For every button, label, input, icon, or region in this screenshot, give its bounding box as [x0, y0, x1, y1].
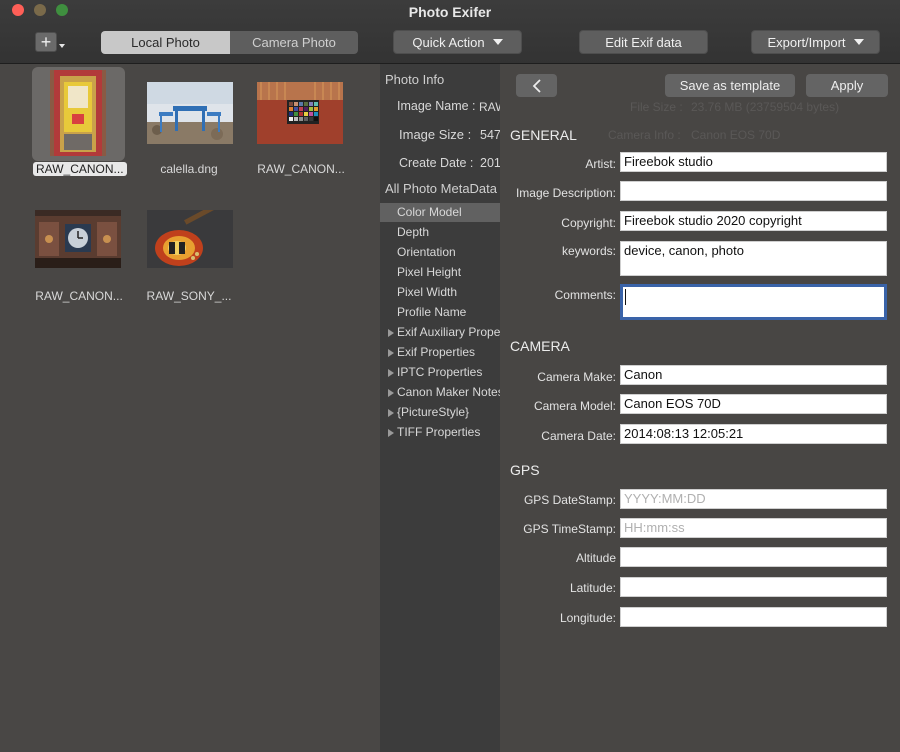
create-date-value: 2019-07-25 05:02:0 — [480, 156, 500, 170]
add-menu-arrow-icon[interactable] — [59, 44, 65, 48]
create-date-label: Create Date : — [399, 156, 474, 170]
camera-date-label: Camera Date: — [541, 429, 616, 443]
general-heading: GENERAL — [510, 127, 577, 143]
camera-heading: CAMERA — [510, 338, 570, 354]
gps-datestamp-field[interactable]: YYYY:MM:DD — [620, 489, 887, 509]
disclosure-triangle-icon[interactable] — [388, 409, 394, 417]
photo-info-heading: Photo Info — [385, 72, 445, 87]
metadata-item-label: Depth — [397, 225, 430, 239]
photo-label: calella.dng — [160, 162, 218, 176]
gps-timestamp-label: GPS TimeStamp: — [523, 522, 616, 536]
photo-thumbnail[interactable] — [50, 70, 106, 156]
quick-action-label: Quick Action — [412, 34, 485, 50]
camera-model-field[interactable]: Canon EOS 70D — [620, 394, 887, 414]
photo-thumbnail[interactable] — [147, 210, 233, 268]
metadata-item-label: Orientation — [397, 245, 456, 259]
gps-datestamp-label: GPS DateStamp: — [523, 493, 616, 507]
add-photo-button[interactable]: + — [35, 32, 57, 52]
chevron-left-icon — [532, 78, 541, 93]
quick-action-dropdown[interactable]: Quick Action — [393, 30, 522, 54]
keywords-field[interactable]: device, canon, photo — [620, 241, 887, 276]
comments-field[interactable] — [620, 284, 887, 320]
image-name-value: RAW_CANON_EOS70D.CR2 — [479, 100, 500, 114]
altitude-label: Altitude — [575, 551, 616, 565]
copyright-label: Copyright: — [561, 216, 616, 230]
longitude-field[interactable] — [620, 607, 887, 627]
photo-label: RAW_CANON... — [35, 289, 123, 303]
export-import-label: Export/Import — [767, 34, 846, 50]
latitude-label: Latitude: — [569, 581, 616, 595]
artist-field[interactable]: Fireebok studio — [620, 152, 887, 172]
back-button[interactable] — [516, 74, 557, 97]
source-segmented-control: Local Photo Camera Photo — [101, 31, 358, 54]
image-name-label: Image Name : — [397, 99, 476, 113]
photo-info-panel: Photo Info Image Name : RAW_CANON_EOS70D… — [380, 64, 500, 752]
photo-grid: RAW_CANON... calella.dng RAW_CANON... RA… — [0, 64, 380, 752]
camera-make-field[interactable]: Canon — [620, 365, 887, 385]
altitude-field[interactable] — [620, 547, 887, 567]
image-description-label: Image Description: — [515, 186, 616, 200]
image-size-value: 5472 — [480, 128, 500, 142]
artist-label: Artist: — [585, 157, 616, 171]
metadata-item-label: Profile Name — [397, 305, 467, 319]
photo-thumbnail[interactable] — [35, 210, 121, 268]
metadata-item-label: IPTC Properties — [397, 365, 483, 379]
camera-info-label: Camera Info : — [608, 128, 681, 142]
all-metadata-heading: All Photo MetaData — [385, 181, 498, 196]
image-description-field[interactable] — [620, 181, 887, 201]
photo-thumbnail[interactable] — [147, 82, 233, 144]
local-photo-tab[interactable]: Local Photo — [101, 31, 230, 54]
title-bar: Photo Exifer + Local Photo Camera Photo … — [0, 0, 900, 64]
camera-info-value: Canon EOS 70D — [691, 128, 781, 142]
chevron-down-icon — [492, 39, 503, 45]
disclosure-triangle-icon[interactable] — [388, 369, 394, 377]
metadata-item-label: Color Model — [397, 205, 462, 219]
metadata-item-label: {PictureStyle} — [397, 405, 470, 419]
window-title: Photo Exifer — [408, 4, 492, 20]
photo-label: RAW_CANON... — [257, 162, 345, 176]
camera-model-label: Camera Model: — [533, 399, 616, 413]
gps-heading: GPS — [510, 462, 540, 478]
chevron-down-icon — [853, 39, 864, 45]
photo-thumbnail[interactable] — [257, 82, 343, 144]
file-size-label: File Size : — [630, 100, 683, 114]
comments-label: Comments: — [554, 288, 616, 302]
export-import-dropdown[interactable]: Export/Import — [751, 30, 880, 54]
save-as-template-button[interactable]: Save as template — [665, 74, 795, 97]
metadata-item-label: Canon Maker Notes — [397, 385, 500, 399]
photo-label: RAW_CANON... — [33, 162, 127, 176]
disclosure-triangle-icon[interactable] — [388, 429, 394, 437]
camera-photo-tab[interactable]: Camera Photo — [230, 31, 358, 54]
copyright-field[interactable]: Fireebok studio 2020 copyright — [620, 211, 887, 231]
gps-timestamp-field[interactable]: HH:mm:ss — [620, 518, 887, 538]
metadata-item-label: Pixel Width — [397, 285, 458, 299]
metadata-item-label: TIFF Properties — [397, 425, 481, 439]
keywords-label: keywords: — [561, 244, 616, 258]
text-cursor — [625, 289, 626, 305]
metadata-item-label: Exif Auxiliary Properties — [397, 325, 500, 339]
apply-button[interactable]: Apply — [806, 74, 888, 97]
camera-make-label: Camera Make: — [537, 370, 616, 384]
disclosure-triangle-icon[interactable] — [388, 349, 394, 357]
disclosure-triangle-icon[interactable] — [388, 389, 394, 397]
photo-label: RAW_SONY_... — [146, 289, 232, 303]
latitude-field[interactable] — [620, 577, 887, 597]
edit-exif-button[interactable]: Edit Exif data — [579, 30, 708, 54]
camera-date-field[interactable]: 2014:08:13 12:05:21 — [620, 424, 887, 444]
disclosure-triangle-icon[interactable] — [388, 329, 394, 337]
longitude-label: Longitude: — [559, 611, 616, 625]
metadata-item-label: Pixel Height — [397, 265, 462, 279]
file-size-value: 23.76 MB (23759504 bytes) — [691, 100, 840, 114]
image-size-label: Image Size : — [399, 127, 472, 142]
edit-exif-panel: File Size : 23.76 MB (23759504 bytes) Ca… — [500, 64, 900, 752]
metadata-item-label: Exif Properties — [397, 345, 476, 359]
